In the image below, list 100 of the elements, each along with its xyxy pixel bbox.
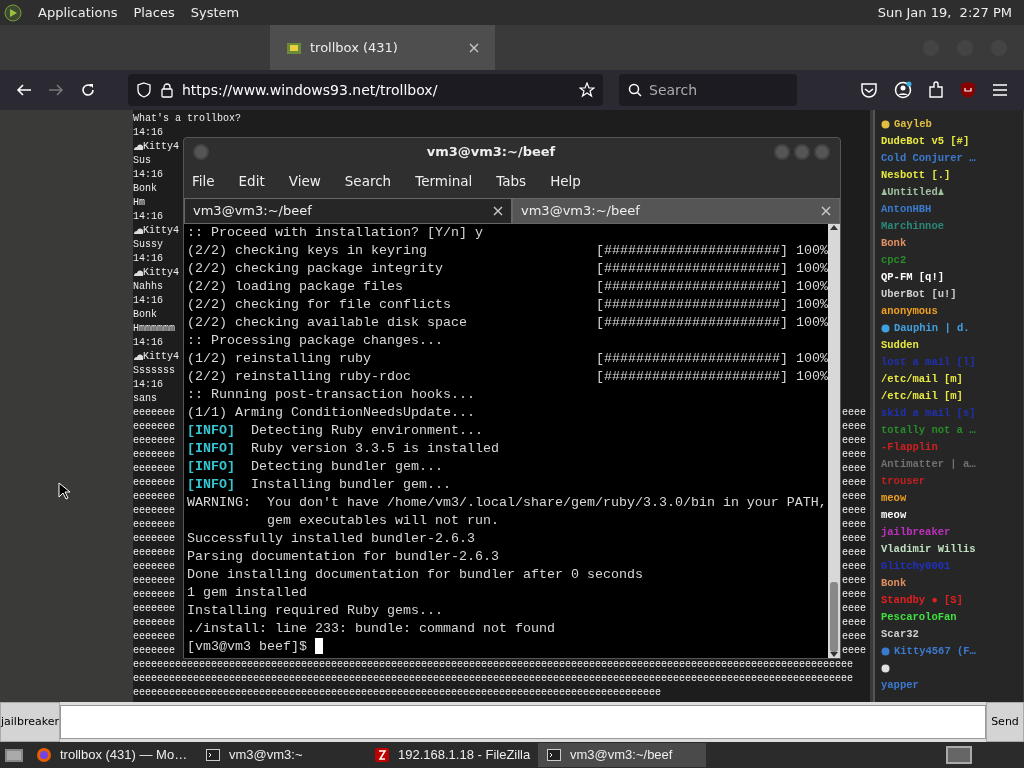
terminal-line: gem executables will not run. [265, 512, 499, 530]
message-field[interactable] [60, 705, 986, 739]
user-name[interactable]: Dauphin | d. [894, 320, 970, 338]
close-icon[interactable] [493, 206, 503, 216]
menu-icon[interactable] [992, 83, 1008, 97]
progress-text: [######################] 100% [596, 242, 828, 260]
terminal-tab[interactable]: vm3@vm3:~/beef [512, 198, 840, 224]
chat-text: Bonk [133, 308, 157, 322]
user-name[interactable]: meow [881, 507, 907, 525]
extensions-icon[interactable] [928, 81, 944, 99]
back-icon[interactable] [16, 82, 32, 98]
terminal-line: ./install: line 233: bundle: command not found [187, 620, 555, 638]
user-name[interactable]: meow [881, 490, 907, 508]
chat-text: sans [133, 392, 157, 406]
user-name[interactable]: DudeBot v5 [#] [881, 133, 970, 151]
user-name[interactable]: AntonHBH [881, 201, 932, 219]
terminal-line: (1/1) Arming ConditionNeedsUpdate... [187, 404, 475, 422]
user-name[interactable]: Gayleb [894, 116, 932, 134]
user-name[interactable]: ♟Untitled♟ [881, 184, 945, 202]
account-icon[interactable] [894, 81, 912, 99]
chat-text: Sussy [133, 238, 163, 252]
lock-icon [160, 82, 174, 98]
menu-item[interactable]: File [192, 170, 215, 192]
menu-item[interactable]: View [288, 170, 321, 192]
chat-text: eeee [842, 420, 866, 434]
chat-text: Nahhs [133, 280, 163, 294]
pocket-icon[interactable] [860, 82, 878, 98]
logo-icon[interactable] [4, 3, 22, 22]
terminal-line: (2/2) checking available disk space [187, 314, 467, 332]
user-name[interactable]: Bonk [881, 235, 907, 253]
taskbar-item[interactable]: vm3@vm3:~ [197, 743, 362, 767]
user-name[interactable]: Kitty4567 (F… [894, 643, 976, 661]
terminal-line: Successfully installed bundler-2.6.3 [187, 530, 475, 548]
user-name[interactable]: /etc/mail [m] [881, 388, 963, 406]
chat-text: Kitty4 [133, 266, 179, 280]
workspace-switcher[interactable] [946, 746, 972, 764]
shield-extension-icon[interactable] [960, 81, 976, 99]
send-button[interactable]: Send [986, 702, 1024, 742]
chat-text: eeee [842, 490, 866, 504]
terminal-line: :: Processing package changes... [187, 332, 443, 350]
chat-text: eeee [842, 448, 866, 462]
menu-item[interactable]: Tabs [496, 170, 527, 192]
terminal-tab[interactable]: vm3@vm3:~/beef [184, 198, 512, 224]
chat-text: eeeeeee [133, 574, 175, 588]
panel-menu[interactable]: Places [133, 2, 175, 23]
chat-text: Kitty4 [133, 350, 179, 364]
terminal-line: (1/2) reinstalling ruby [187, 350, 371, 368]
terminal-line: (2/2) checking keys in keyring [187, 242, 427, 260]
scrollbar[interactable] [828, 224, 840, 658]
terminal-icon [205, 747, 221, 763]
terminal-line: [INFO] Detecting Ruby environment... [187, 422, 483, 440]
search-field[interactable]: Search [619, 74, 797, 106]
panel-menu[interactable]: System [190, 2, 240, 23]
taskbar-item[interactable]: trollbox (431) — Mo… [28, 743, 193, 767]
close-icon[interactable] [821, 206, 831, 216]
terminal-line: [INFO] Detecting bundler gem... [187, 458, 443, 476]
star-icon[interactable] [579, 82, 595, 98]
user-name[interactable]: QP-FM [q!] [881, 269, 944, 287]
chat-text: eeeeeee [133, 420, 175, 434]
user-name[interactable]: /etc/mail [m] [881, 371, 963, 389]
close-icon[interactable] [469, 42, 479, 53]
user-name[interactable]: Marchinnoe [881, 218, 944, 236]
chat-text: eeee [842, 588, 866, 602]
chat-text: 14:16 [133, 378, 163, 392]
user-name[interactable]: UberBot [u!] [881, 286, 957, 304]
user-name[interactable]: Scar32 [881, 626, 919, 644]
chat-text: eeee [842, 532, 866, 546]
chat-text: 14:16 [133, 126, 163, 140]
user-name[interactable]: Bonk [881, 575, 907, 593]
chat-text: eeeeeee [133, 462, 175, 476]
nick-button[interactable]: jailbreaker [0, 702, 60, 742]
taskbar-item[interactable]: 192.168.1.18 - FileZilla [366, 743, 534, 767]
menu-item[interactable]: Edit [238, 170, 265, 192]
reload-icon[interactable] [80, 82, 96, 98]
chat-text: eeee [842, 602, 866, 616]
browser-tab[interactable]: trollbox (431) [270, 25, 495, 70]
menu-item[interactable]: Help [550, 170, 581, 192]
user-name[interactable]: Vladimir Willis [881, 541, 976, 559]
user-name[interactable]: Sudden [881, 337, 919, 355]
menu-item[interactable]: Search [344, 170, 392, 192]
user-name[interactable]: yapper [881, 677, 919, 695]
menu-item[interactable]: Terminal [415, 170, 473, 192]
forward-icon[interactable] [48, 82, 64, 98]
chat-text: Hmmmmmm [133, 322, 175, 336]
terminal-line: :: Proceed with installation? [Y/n] y [187, 224, 483, 242]
user-name[interactable]: Cold Conjurer … [881, 150, 976, 168]
taskbar-item[interactable]: vm3@vm3:~/beef [538, 743, 706, 767]
user-name[interactable]: PescaroloFan [881, 609, 957, 627]
scroll-thumb[interactable] [830, 582, 838, 652]
panel-menu[interactable]: Applications [38, 2, 118, 23]
user-name[interactable]: anonymous [881, 303, 938, 321]
show-desktop-icon[interactable] [4, 746, 24, 764]
chat-text: eeeeeee [133, 630, 175, 644]
chat-text: What's a trollbox? [133, 112, 242, 126]
chat-text: Bonk [133, 182, 157, 196]
user-name[interactable]: Nesbott [.] [881, 167, 951, 185]
terminal-line: [INFO] Installing bundler gem... [187, 476, 451, 494]
search-icon [628, 83, 642, 97]
terminal-line: :: Running post-transaction hooks... [187, 386, 475, 404]
url-field[interactable]: https://www.windows93.net/trollbox/ [128, 74, 603, 106]
